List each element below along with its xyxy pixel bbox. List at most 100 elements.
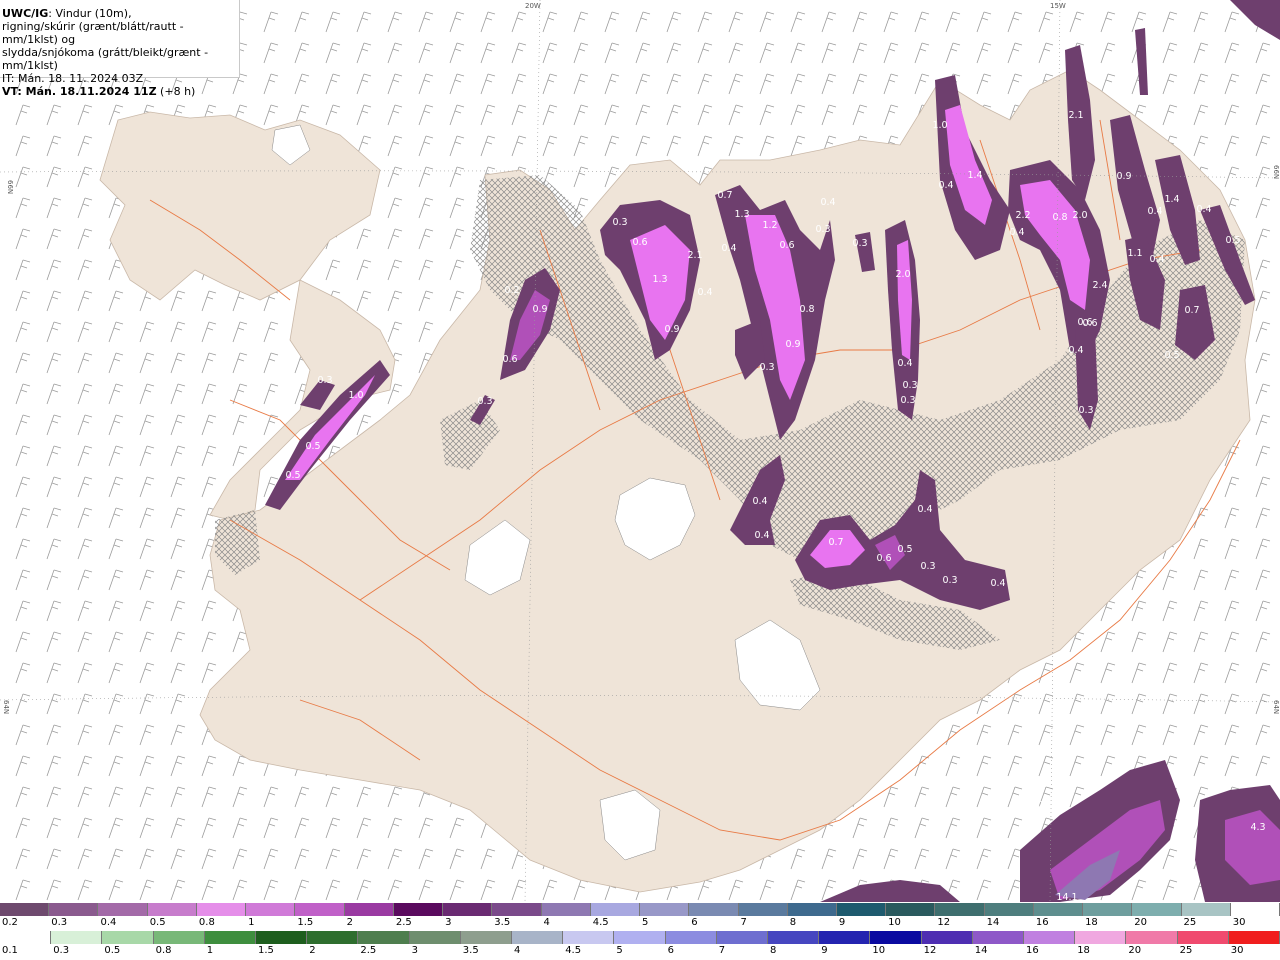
precip-value-label: 0.9 bbox=[1116, 171, 1131, 182]
precip-value-label: 1.0 bbox=[932, 120, 947, 131]
legend-label: 2.5 bbox=[360, 945, 377, 956]
weather-map: 0.30.62.10.71.30.90.41.31.20.60.40.30.40… bbox=[0, 0, 1280, 902]
legend-label: 0.2 bbox=[2, 917, 18, 928]
legend-swatch bbox=[935, 903, 985, 916]
legend-swatch bbox=[102, 931, 154, 944]
legend-label: 10 bbox=[872, 945, 886, 956]
legend-swatch bbox=[98, 903, 148, 916]
legend-label: 3 bbox=[445, 917, 452, 928]
legend-swatch bbox=[1075, 931, 1127, 944]
legend-label: 20 bbox=[1128, 945, 1142, 956]
legend-swatch bbox=[443, 903, 493, 916]
precip-value-label: 2.2 bbox=[1015, 210, 1030, 221]
legend-label: 0.5 bbox=[149, 917, 166, 928]
legend-label: 3.5 bbox=[462, 945, 479, 956]
precip-value-label: 0.3 bbox=[920, 561, 935, 572]
legend-label: 4 bbox=[543, 917, 550, 928]
model-name: UWC/IG bbox=[2, 7, 49, 20]
legend-label: 8 bbox=[789, 917, 797, 928]
precip-value-label: 0.3 bbox=[942, 575, 957, 586]
precip-value-label: 0.3 bbox=[815, 224, 830, 235]
precip-value-label: 0.3 bbox=[900, 395, 915, 406]
info-line3: slydda/snjókoma (grátt/bleikt/grænt - mm… bbox=[2, 46, 209, 72]
legend-label: 0.1 bbox=[2, 945, 18, 956]
precip-value-label: 1.3 bbox=[652, 274, 667, 285]
precip-value-label: 0.4 bbox=[1147, 206, 1162, 217]
legend-label: 6 bbox=[667, 945, 674, 956]
legend-swatch bbox=[344, 903, 394, 916]
precip-value-label: 0.7 bbox=[828, 537, 843, 548]
precip-value-label: 0.5 bbox=[1225, 235, 1240, 246]
legend-label: 0.4 bbox=[100, 917, 117, 928]
legend-label: 9 bbox=[821, 945, 828, 956]
rain-legend-labels: 0.1 0.3 0.5 0.8 1 1.5 2 2.5 3 3.5 4 4.5 5 6 7 8 9 10 12 14 1… bbox=[0, 945, 1280, 959]
valid-time: VT: Mán. 18.11.2024 11Z bbox=[2, 85, 157, 98]
legend-swatch bbox=[460, 931, 513, 944]
precip-value-label: 0.6 bbox=[876, 553, 891, 564]
legend-swatch bbox=[787, 903, 837, 916]
legend-label: 10 bbox=[888, 917, 901, 928]
precip-value-label: 0.7 bbox=[717, 190, 732, 201]
precip-value-label: 0.3 bbox=[1078, 405, 1093, 416]
label-66n-right: 66N bbox=[1272, 165, 1280, 179]
legend-label: 1 bbox=[206, 945, 214, 956]
label-66n-left: 66N bbox=[6, 180, 14, 194]
snow-legend-labels: 0.2 0.3 0.4 0.5 0.8 1 1.5 2 2.5 3 3.5 4 4.5 5 6 7 8 9 10 12… bbox=[0, 917, 1280, 931]
label-64n-right: 64N bbox=[1272, 700, 1280, 714]
legend-label: 4 bbox=[514, 945, 521, 956]
legend-label: 14 bbox=[986, 917, 1000, 928]
legend-label: 25 bbox=[1183, 917, 1197, 928]
legend-label: 0.5 bbox=[104, 945, 121, 956]
snow-legend-bar bbox=[0, 903, 1280, 916]
legend-swatch bbox=[738, 903, 788, 916]
label-64n-left: 64N bbox=[2, 700, 10, 714]
legend-swatch bbox=[886, 903, 936, 916]
precip-value-label: 2.0 bbox=[1072, 210, 1087, 221]
legend-label: 0.8 bbox=[198, 917, 215, 928]
legend-label: 18 bbox=[1085, 917, 1098, 928]
legend-swatch bbox=[614, 931, 666, 944]
issue-time: IT: Mán. 18. 11. 2024 03Z bbox=[2, 72, 144, 85]
precip-value-label: 0.3 bbox=[477, 396, 492, 407]
precip-value-label: 0.5 bbox=[897, 544, 912, 555]
legend-swatch bbox=[358, 931, 410, 944]
precip-value-label: 14.1 bbox=[1056, 892, 1077, 902]
legend-swatch bbox=[768, 931, 820, 944]
legend-label: 4.5 bbox=[592, 917, 609, 928]
info-line1: : Vindur (10m), bbox=[48, 7, 132, 20]
precip-value-label: 0.6 bbox=[779, 240, 794, 251]
rain-legend-bar bbox=[0, 931, 1280, 944]
legend-swatch bbox=[836, 903, 887, 916]
legend-swatch bbox=[819, 931, 871, 944]
legend-label: 20 bbox=[1134, 917, 1148, 928]
legend-swatch bbox=[1126, 931, 1178, 944]
precip-value-label: 0.3 bbox=[902, 380, 917, 391]
legend-swatch bbox=[1230, 903, 1280, 916]
precip-value-label: 0.8 bbox=[1052, 212, 1067, 223]
precip-value-label: 4.3 bbox=[1250, 822, 1265, 833]
precip-value-label: 0.4 bbox=[721, 243, 736, 254]
precip-value-label: 0.4 bbox=[1196, 204, 1211, 215]
precip-value-label: 0.4 bbox=[697, 287, 712, 298]
legend-swatch bbox=[512, 931, 564, 944]
legend-swatch bbox=[0, 903, 50, 916]
legend-swatch bbox=[921, 931, 973, 944]
precip-value-label: 0.6 bbox=[1077, 317, 1092, 328]
legend-swatch bbox=[1024, 931, 1076, 944]
legend-swatch bbox=[0, 931, 52, 944]
lead-time: (+8 h) bbox=[156, 85, 196, 98]
legend-swatch bbox=[1181, 903, 1231, 916]
legend-swatch bbox=[870, 931, 922, 944]
legend-swatch bbox=[984, 903, 1034, 916]
legend-label: 8 bbox=[770, 945, 777, 956]
precip-value-label: 0.3 bbox=[852, 238, 867, 249]
precip-value-label: 0.4 bbox=[752, 496, 767, 507]
legend-label: 9 bbox=[838, 917, 846, 928]
precip-value-label: 0.6 bbox=[502, 354, 517, 365]
legend-swatch bbox=[1033, 903, 1084, 916]
legend-label: 6 bbox=[691, 917, 698, 928]
legend-swatch bbox=[590, 903, 641, 916]
precip-value-label: 0.5 bbox=[285, 470, 300, 481]
legend-label: 12 bbox=[937, 917, 951, 928]
legend-swatch bbox=[147, 903, 197, 916]
